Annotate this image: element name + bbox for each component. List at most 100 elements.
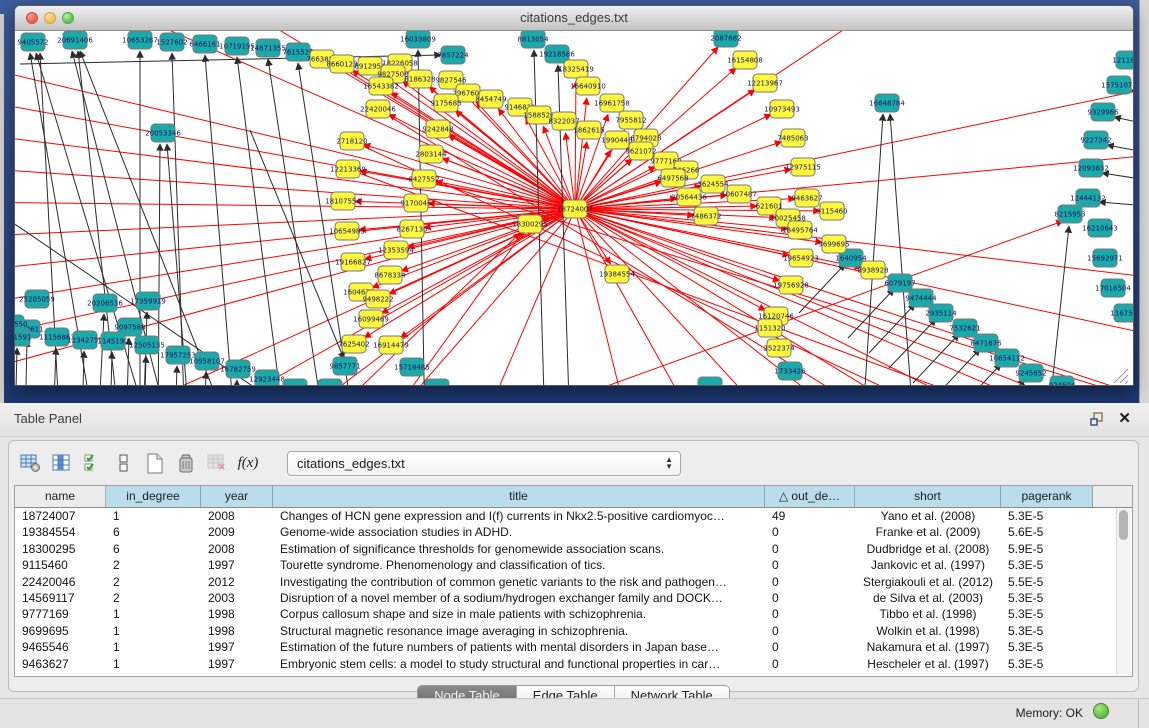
graph-node[interactable]: 9175685 <box>430 94 461 112</box>
graph-node[interactable]: 8215953 <box>1054 205 1085 223</box>
graph-node[interactable]: 1151320 <box>754 319 785 337</box>
graph-node[interactable]: 9463627 <box>791 189 822 207</box>
table-row[interactable]: 1872400712008Changes of HCN gene express… <box>15 508 1132 524</box>
graph-node[interactable]: 15751074 <box>1101 76 1133 94</box>
graph-node[interactable]: 16648784 <box>869 94 905 112</box>
graph-node[interactable]: 2522374 <box>763 339 795 357</box>
graph-node[interactable]: 12353594 <box>378 241 414 259</box>
graph-node[interactable]: 9498222 <box>362 290 393 308</box>
graph-node[interactable]: 9857771 <box>329 357 360 375</box>
graph-node[interactable]: 12213369 <box>330 160 366 178</box>
column-header-title[interactable]: title <box>273 486 765 507</box>
table-selector-dropdown[interactable]: citations_edges.txt▲▼ <box>287 451 681 476</box>
graph-node[interactable]: 9242848 <box>422 120 453 138</box>
graph-node[interactable]: 8678334 <box>374 266 406 284</box>
graph-node[interactable]: 8267130 <box>396 220 427 238</box>
graph-node[interactable]: 17359919 <box>130 292 166 310</box>
graph-node[interactable]: 9115460 <box>816 202 847 220</box>
graph-node[interactable]: 8186328 <box>404 70 435 88</box>
graph-node[interactable]: 7625402 <box>338 335 369 353</box>
table-row[interactable]: 1938455462009Genome-wide association stu… <box>15 524 1132 540</box>
graph-node[interactable]: 9245652 <box>1015 364 1046 382</box>
graph-node[interactable]: 16154808 <box>727 51 763 69</box>
graph-node[interactable]: 19166827 <box>335 253 371 271</box>
column-header-year[interactable]: year <box>201 486 273 507</box>
column-header-pagerank[interactable]: pagerank <box>1001 486 1093 507</box>
close-panel-icon[interactable]: ✕ <box>1118 409 1131 427</box>
graph-node[interactable] <box>425 379 449 385</box>
graph-node[interactable]: 15718485 <box>394 358 430 376</box>
graph-node[interactable]: 6466161 <box>189 35 220 53</box>
function-builder-icon[interactable]: f(x) <box>234 450 262 476</box>
graph-node[interactable]: 2803144 <box>415 145 447 163</box>
column-header-in_degree[interactable]: in_degree <box>106 486 201 507</box>
row-height-icon[interactable] <box>110 450 138 476</box>
new-column-icon[interactable] <box>141 450 169 476</box>
window-resize-grip[interactable] <box>1114 369 1128 384</box>
graph-node[interactable] <box>698 377 722 385</box>
graph-node[interactable]: 16033809 <box>400 31 436 48</box>
graph-node[interactable]: 9227342 <box>1080 131 1111 149</box>
graph-node[interactable]: 10653287 <box>122 31 158 49</box>
table-row[interactable]: 969969511998Structural magnetic resonanc… <box>15 623 1132 639</box>
table-scrollbar-thumb[interactable] <box>1119 510 1128 540</box>
graph-node[interactable]: 924504 <box>1049 376 1076 385</box>
graph-node[interactable] <box>318 379 342 385</box>
table-row[interactable]: 1456911722003Disruption of a novel membe… <box>15 590 1132 606</box>
graph-node[interactable]: 1862615 <box>573 121 604 139</box>
float-panel-icon[interactable] <box>1089 411 1105 427</box>
graph-node[interactable]: 6497568 <box>657 169 688 187</box>
graph-node[interactable]: 20053346 <box>145 124 181 142</box>
delete-table-icon[interactable] <box>203 450 231 476</box>
memory-status-indicator[interactable] <box>1093 703 1109 719</box>
delete-column-icon[interactable] <box>172 450 200 476</box>
graph-node[interactable]: 15692971 <box>1087 249 1123 267</box>
network-window-titlebar[interactable]: citations_edges.txt <box>15 6 1133 31</box>
table-row[interactable]: 946362711997Embryonic stem cells: a mode… <box>15 656 1132 672</box>
graph-node[interactable]: 12444132 <box>1070 189 1106 207</box>
table-row[interactable]: 946554611997Estimation of the future num… <box>15 639 1132 655</box>
graph-node[interactable]: 1527602 <box>156 33 187 51</box>
graph-node[interactable]: 8938928 <box>857 261 888 279</box>
graph-node[interactable]: 20691406 <box>57 31 93 49</box>
table-row[interactable]: 977716911998Corpus callosum shape and si… <box>15 606 1132 622</box>
graph-node[interactable]: 14671355 <box>250 39 286 57</box>
graph-node[interactable]: 7857224 <box>437 46 469 64</box>
graph-node[interactable]: 7486372 <box>690 207 721 225</box>
graph-node[interactable]: 9405572 <box>17 33 48 51</box>
graph-node[interactable]: 12213967 <box>747 74 783 92</box>
graph-node[interactable]: 12975115 <box>785 158 821 176</box>
graph-node[interactable]: 20206536 <box>87 294 123 312</box>
graph-node[interactable]: 16210643 <box>1082 219 1118 237</box>
graph-node[interactable]: 8660123 <box>326 55 357 73</box>
graph-node[interactable]: 2718120 <box>336 132 367 150</box>
graph-node[interactable]: 18107554 <box>325 192 361 210</box>
table-options-icon[interactable] <box>17 450 45 476</box>
graph-node[interactable]: 8813054 <box>517 31 549 48</box>
graph-node[interactable]: 9329966 <box>1087 103 1119 121</box>
graph-node[interactable]: 17016504 <box>1095 279 1131 297</box>
graph-node[interactable]: 19654923 <box>783 249 819 267</box>
graph-node[interactable]: 9699695 <box>818 235 849 253</box>
graph-node[interactable]: 1145190 <box>97 332 128 350</box>
graph-node[interactable]: 1167533 <box>1110 304 1133 322</box>
network-canvas[interactable]: 9405572206914061065328715276026466161107… <box>15 31 1133 385</box>
graph-node[interactable]: 1733426 <box>774 362 806 380</box>
table-scrollbar[interactable] <box>1116 508 1131 675</box>
graph-node[interactable]: 2087682 <box>710 31 741 47</box>
table-row[interactable]: 911546021997Tourette syndrome. Phenomeno… <box>15 557 1132 573</box>
graph-node[interactable]: 1211854 <box>1112 51 1133 69</box>
column-header-short[interactable]: short <box>855 486 1001 507</box>
show-columns-icon[interactable] <box>48 450 76 476</box>
graph-node[interactable]: 1990448 <box>601 131 632 149</box>
graph-node[interactable]: 10654983 <box>329 222 365 240</box>
table-row[interactable]: 2242004622012Investigating the contribut… <box>15 574 1132 590</box>
graph-node[interactable] <box>283 379 307 385</box>
column-header-name[interactable]: name <box>15 486 106 507</box>
graph-node[interactable]: 7485063 <box>777 129 808 147</box>
graph-node[interactable]: 8427552 <box>408 170 439 188</box>
graph-node[interactable]: 19384554 <box>599 265 635 283</box>
column-header-out_degree[interactable]: △ out_de… <box>765 486 855 507</box>
table-row[interactable]: 1830029562008Estimation of significance … <box>15 541 1132 557</box>
graph-node[interactable]: 16961758 <box>594 94 630 112</box>
